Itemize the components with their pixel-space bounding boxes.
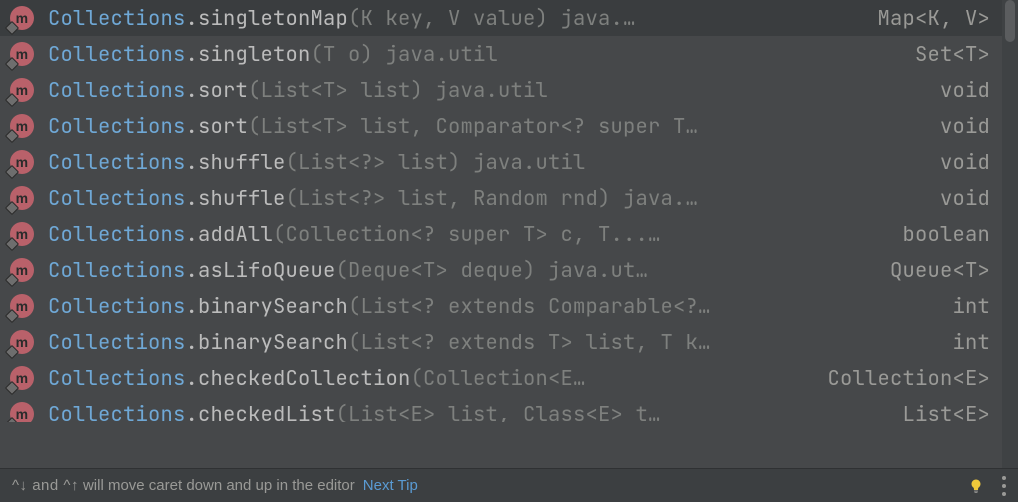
completion-row[interactable]: m Collections.shuffle(List<?> list, Rand… — [0, 180, 1002, 216]
completion-text: Collections.addAll(Collection<? super T>… — [48, 221, 875, 248]
method-name: singletonMap — [198, 5, 348, 32]
completion-text: Collections.sort(List<T> list, Comparato… — [48, 113, 912, 140]
completion-text: Collections.sort(List<T> list) java.util — [48, 77, 912, 104]
bulb-icon[interactable] — [968, 478, 984, 494]
method-icon: m — [10, 114, 34, 138]
return-type: int — [925, 329, 991, 356]
footer-keymap: ^↓ and ^↑ — [12, 477, 79, 494]
method-icon: m — [10, 150, 34, 174]
method-name: checkedCollection — [198, 365, 411, 392]
signature-text: (T o) java.util — [311, 41, 499, 68]
scrollbar-track[interactable] — [1002, 0, 1018, 468]
more-icon[interactable] — [1002, 476, 1006, 496]
signature-text: (List<? extends Comparable<?… — [348, 293, 711, 320]
method-name: binarySearch — [198, 329, 348, 356]
class-name: Collections — [48, 257, 186, 284]
return-type: int — [925, 293, 991, 320]
return-type: void — [912, 149, 990, 176]
method-icon: m — [10, 6, 34, 30]
return-type: void — [912, 185, 990, 212]
method-name: shuffle — [198, 185, 286, 212]
method-icon: m — [10, 258, 34, 282]
completion-row[interactable]: m Collections.singletonMap(K key, V valu… — [0, 0, 1002, 36]
completion-row[interactable]: m Collections.shuffle(List<?> list) java… — [0, 144, 1002, 180]
method-icon: m — [10, 222, 34, 246]
method-icon: m — [10, 330, 34, 354]
completion-row[interactable]: m Collections.binarySearch(List<? extend… — [0, 288, 1002, 324]
completion-row[interactable]: m Collections.sort(List<T> list) java.ut… — [0, 72, 1002, 108]
completion-row[interactable]: m Collections.addAll(Collection<? super … — [0, 216, 1002, 252]
class-name: Collections — [48, 5, 186, 32]
method-icon: m — [10, 366, 34, 390]
scrollbar-thumb[interactable] — [1005, 0, 1015, 42]
signature-text: (List<? extends T> list, T k… — [348, 329, 711, 356]
completion-row[interactable]: m Collections.asLifoQueue(Deque<T> deque… — [0, 252, 1002, 288]
completion-list[interactable]: m Collections.singletonMap(K key, V valu… — [0, 0, 1002, 468]
method-name: shuffle — [198, 149, 286, 176]
completion-text: Collections.shuffle(List<?> list, Random… — [48, 185, 912, 212]
signature-text: (List<T> list) java.util — [248, 77, 548, 104]
completion-text: Collections.checkedList(List<E> list, Cl… — [48, 401, 875, 423]
return-type: Collection<E> — [800, 365, 991, 392]
footer-hint: will move caret down and up in the edito… — [83, 477, 355, 494]
return-type: Queue<T> — [862, 257, 990, 284]
footer-bar: ^↓ and ^↑ will move caret down and up in… — [0, 468, 1018, 502]
class-name: Collections — [48, 401, 186, 423]
method-icon: m — [10, 186, 34, 210]
completion-text: Collections.shuffle(List<?> list) java.u… — [48, 149, 912, 176]
class-name: Collections — [48, 149, 186, 176]
method-name: singleton — [198, 41, 311, 68]
method-name: sort — [198, 113, 248, 140]
method-icon: m — [10, 294, 34, 318]
method-name: checkedList — [198, 401, 336, 423]
completion-text: Collections.binarySearch(List<? extends … — [48, 329, 925, 356]
method-name: addAll — [198, 221, 273, 248]
signature-text: (List<T> list, Comparator<? super T… — [248, 113, 698, 140]
method-icon: m — [10, 78, 34, 102]
completion-text: Collections.singletonMap(K key, V value)… — [48, 5, 850, 32]
completion-text: Collections.asLifoQueue(Deque<T> deque) … — [48, 257, 862, 284]
class-name: Collections — [48, 113, 186, 140]
class-name: Collections — [48, 185, 186, 212]
completion-text: Collections.singleton(T o) java.util — [48, 41, 887, 68]
signature-text: (List<?> list) java.util — [286, 149, 586, 176]
completion-row[interactable]: m Collections.binarySearch(List<? extend… — [0, 324, 1002, 360]
class-name: Collections — [48, 77, 186, 104]
method-name: binarySearch — [198, 293, 348, 320]
method-icon: m — [10, 402, 34, 422]
signature-text: (List<?> list, Random rnd) java.… — [286, 185, 699, 212]
completion-text: Collections.binarySearch(List<? extends … — [48, 293, 925, 320]
completion-row[interactable]: m Collections.checkedCollection(Collecti… — [0, 360, 1002, 396]
class-name: Collections — [48, 41, 186, 68]
return-type: Set<T> — [887, 41, 990, 68]
method-icon: m — [10, 42, 34, 66]
class-name: Collections — [48, 329, 186, 356]
class-name: Collections — [48, 293, 186, 320]
completion-row[interactable]: m Collections.singleton(T o) java.util S… — [0, 36, 1002, 72]
code-completion-popup: m Collections.singletonMap(K key, V valu… — [0, 0, 1018, 502]
completion-row[interactable]: m Collections.sort(List<T> list, Compara… — [0, 108, 1002, 144]
return-type: List<E> — [875, 401, 991, 423]
method-name: asLifoQueue — [198, 257, 336, 284]
return-type: boolean — [875, 221, 991, 248]
class-name: Collections — [48, 221, 186, 248]
method-name: sort — [198, 77, 248, 104]
completion-text: Collections.checkedCollection(Collection… — [48, 365, 800, 392]
signature-text: (Collection<E… — [411, 365, 586, 392]
class-name: Collections — [48, 365, 186, 392]
signature-text: (Collection<? super T> c, T...… — [273, 221, 661, 248]
signature-text: (List<E> list, Class<E> t… — [336, 401, 661, 423]
completion-row[interactable]: m Collections.checkedList(List<E> list, … — [0, 396, 1002, 422]
next-tip-link[interactable]: Next Tip — [363, 477, 418, 494]
signature-text: (K key, V value) java.… — [348, 5, 636, 32]
signature-text: (Deque<T> deque) java.ut… — [336, 257, 649, 284]
return-type: void — [912, 77, 990, 104]
return-type: Map<K, V> — [850, 5, 991, 32]
return-type: void — [912, 113, 990, 140]
